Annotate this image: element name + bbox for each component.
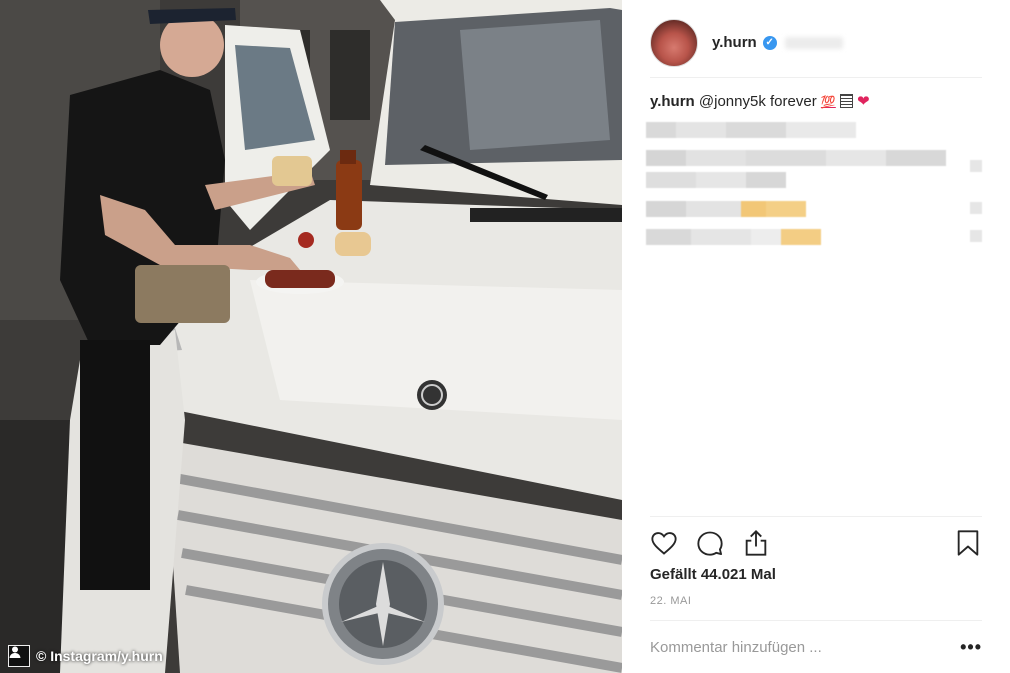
- photo-credit: © Instagram/y.hurn: [8, 645, 163, 667]
- blurred-header-text: [784, 36, 843, 49]
- verified-badge-icon: ✓: [762, 35, 777, 50]
- hundred-points-icon: 💯: [820, 95, 836, 109]
- more-options-icon[interactable]: •••: [960, 637, 982, 658]
- comment-input[interactable]: Kommentar hinzufügen ...: [650, 639, 960, 656]
- post-side-panel: y.hurn ✓ y.hurn @jonny5k forever 💯 ❤ Gef…: [622, 0, 1010, 673]
- likes-count[interactable]: Gefällt 44.021 Mal: [650, 566, 776, 583]
- caption-username[interactable]: y.hurn: [650, 93, 695, 110]
- photo-illustration: [0, 0, 622, 673]
- pixelated-comment: [646, 150, 946, 166]
- pixelated-comment: [646, 172, 786, 188]
- comment-icon[interactable]: [696, 529, 724, 557]
- pixelated-side-marks: [970, 150, 982, 242]
- post-date: 22. MAI: [650, 595, 692, 607]
- share-icon[interactable]: [742, 529, 770, 557]
- person-icon: [8, 645, 30, 667]
- caption-text: forever: [770, 93, 817, 110]
- pixelated-comment: [646, 229, 821, 245]
- post-header: y.hurn ✓: [650, 8, 982, 78]
- header-username[interactable]: y.hurn: [712, 34, 757, 51]
- emoji-placeholder-icon: [840, 94, 853, 108]
- post-actions-bar: [650, 516, 982, 572]
- photo-credit-text: © Instagram/y.hurn: [36, 648, 163, 664]
- caption-mention[interactable]: @jonny5k: [699, 93, 766, 110]
- pixelated-comment: [646, 122, 856, 138]
- pixelated-comment: [646, 201, 811, 217]
- heart-icon[interactable]: [650, 529, 678, 557]
- post-photo[interactable]: © Instagram/y.hurn: [0, 0, 622, 673]
- post-caption: y.hurn @jonny5k forever 💯 ❤: [650, 92, 982, 112]
- avatar[interactable]: [650, 18, 698, 67]
- heart-emoji-icon: ❤: [857, 93, 870, 110]
- bookmark-icon[interactable]: [954, 529, 982, 557]
- comment-bar: Kommentar hinzufügen ... •••: [650, 620, 982, 673]
